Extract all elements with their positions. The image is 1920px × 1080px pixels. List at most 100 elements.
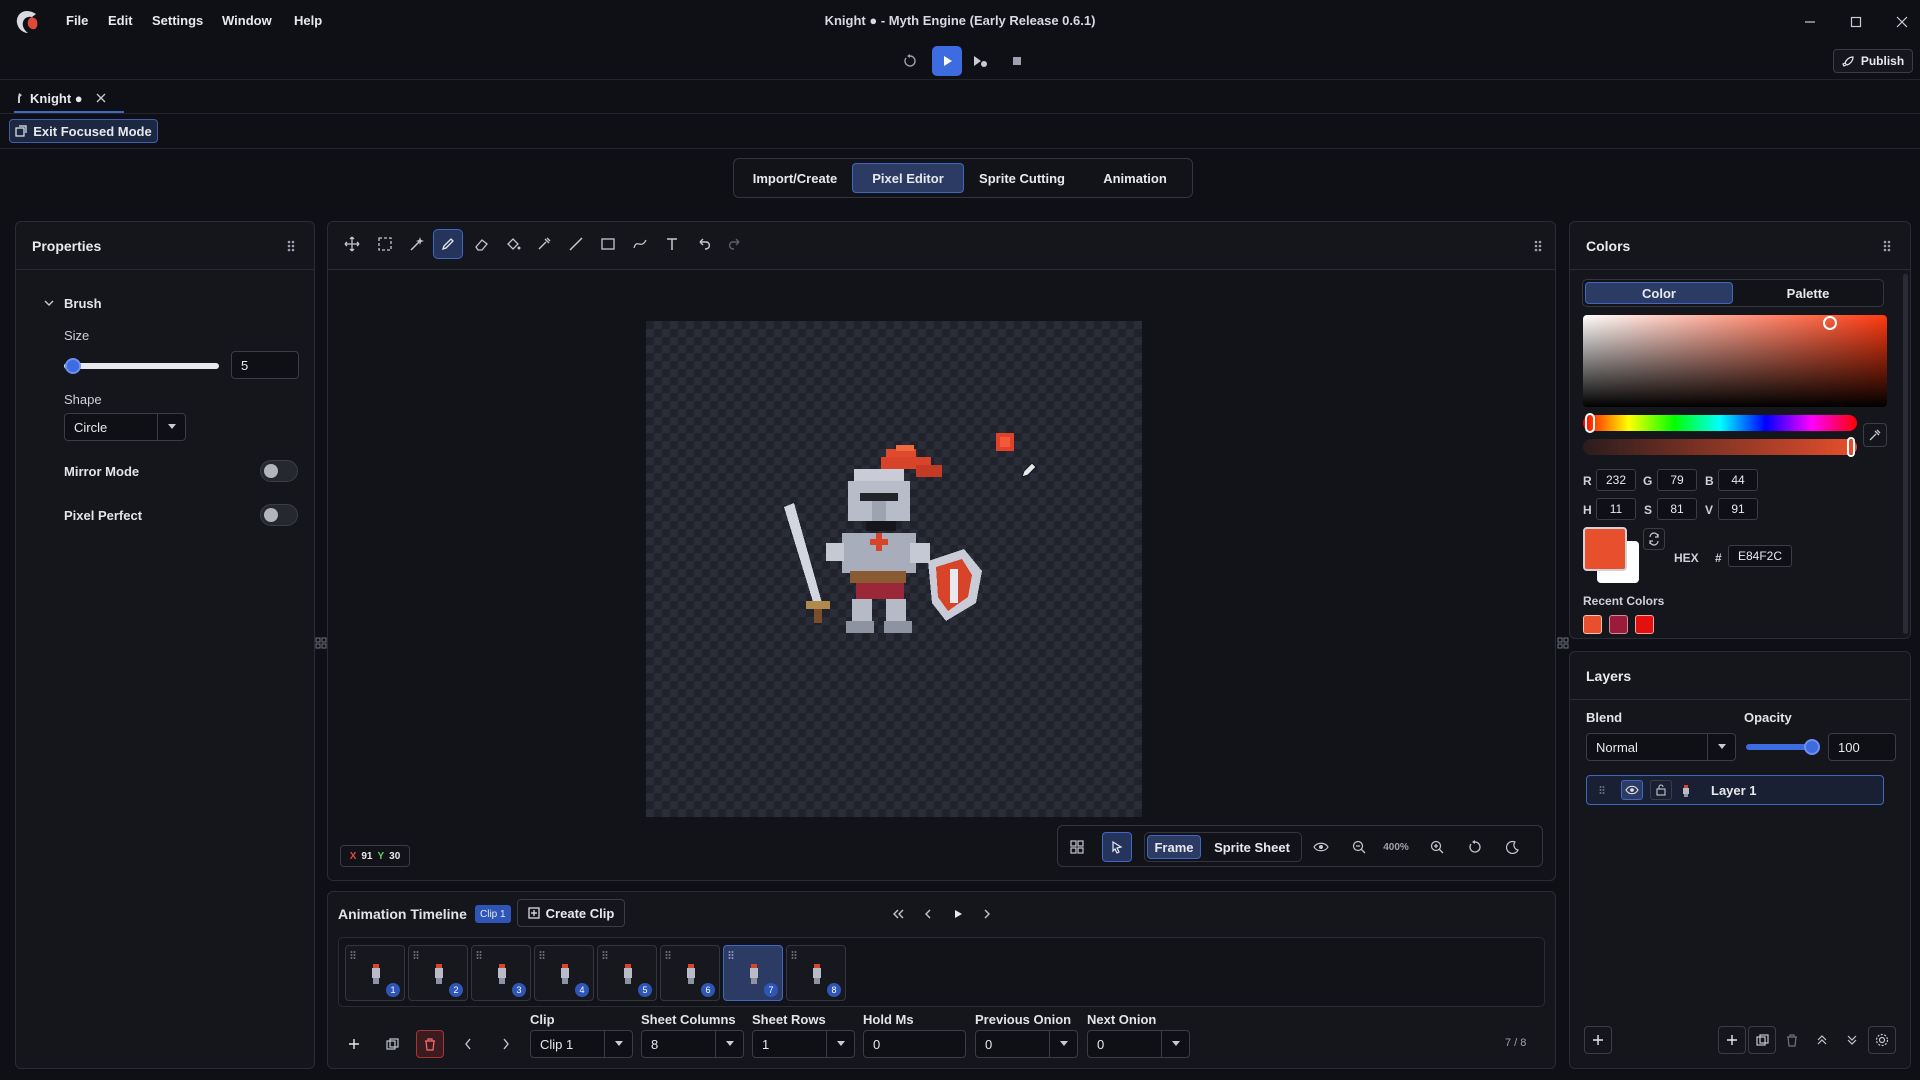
layer-settings-icon[interactable]	[1868, 1026, 1896, 1054]
tab-import-create[interactable]: Import/Create	[738, 163, 852, 193]
select-pointer-icon[interactable]	[1102, 832, 1132, 862]
move-layer-down-icon[interactable]	[1838, 1026, 1866, 1054]
duplicate-layer-icon[interactable]	[1748, 1026, 1776, 1054]
size-slider-thumb[interactable]	[65, 358, 81, 374]
primary-color-swatch[interactable]	[1583, 527, 1627, 571]
timeline-frame[interactable]: 2	[408, 945, 468, 1001]
lock-icon[interactable]	[1650, 780, 1672, 800]
file-tab-knight[interactable]: Knight ●	[14, 86, 107, 110]
alpha-slider-thumb[interactable]	[1847, 437, 1855, 457]
timeline-frame[interactable]: 5	[597, 945, 657, 1001]
play-animation-icon[interactable]	[945, 901, 971, 927]
size-input[interactable]: 5	[231, 351, 299, 379]
tab-sprite-cutting[interactable]: Sprite Cutting	[966, 163, 1078, 193]
hue-slider-thumb[interactable]	[1585, 413, 1595, 433]
clip-select[interactable]: Clip 1	[530, 1030, 633, 1058]
s-input[interactable]: 81	[1657, 498, 1697, 520]
grid-icon[interactable]	[1064, 834, 1090, 860]
tab-palette[interactable]: Palette	[1735, 282, 1881, 304]
chevron-down-icon[interactable]	[1707, 734, 1735, 760]
redo-icon[interactable]	[720, 229, 750, 259]
chevron-down-icon[interactable]	[1161, 1031, 1189, 1057]
color-picker-handle[interactable]	[1823, 316, 1837, 330]
timeline-frame[interactable]: 6	[660, 945, 720, 1001]
eye-icon[interactable]	[1308, 834, 1334, 860]
chevron-down-icon[interactable]	[157, 414, 185, 440]
line-icon[interactable]	[561, 229, 591, 259]
restart-icon[interactable]	[895, 46, 925, 76]
play-step-icon[interactable]	[965, 46, 995, 76]
shape-select[interactable]: Circle	[64, 413, 186, 441]
create-clip-button[interactable]: Create Clip	[517, 899, 625, 927]
g-input[interactable]: 79	[1657, 469, 1697, 491]
first-frame-icon[interactable]	[885, 901, 911, 927]
recent-color-swatch[interactable]	[1583, 615, 1602, 634]
dark-mode-icon[interactable]	[1500, 834, 1526, 860]
eyedropper-icon[interactable]	[1863, 423, 1887, 447]
hex-input[interactable]: E84F2C	[1728, 545, 1792, 567]
move-icon[interactable]	[337, 229, 367, 259]
add-layer-button[interactable]	[1584, 1026, 1612, 1054]
sheet-columns-select[interactable]: 8	[641, 1030, 744, 1058]
panel-resize-handle[interactable]	[315, 637, 327, 649]
recent-color-swatch[interactable]	[1635, 615, 1654, 634]
fill-bucket-icon[interactable]	[498, 229, 528, 259]
pencil-icon[interactable]	[433, 229, 463, 259]
eyedropper-icon[interactable]	[529, 229, 559, 259]
drag-handle-icon[interactable]	[1599, 785, 1605, 795]
zoom-in-icon[interactable]	[1424, 834, 1450, 860]
tab-animation[interactable]: Animation	[1080, 163, 1190, 193]
chevron-down-icon[interactable]	[44, 298, 54, 308]
h-input[interactable]: 11	[1596, 498, 1636, 520]
sheet-rows-select[interactable]: 1	[752, 1030, 855, 1058]
close-window-icon[interactable]	[1890, 10, 1914, 34]
opacity-slider-thumb[interactable]	[1804, 739, 1820, 755]
saturation-value-picker[interactable]	[1583, 315, 1887, 407]
play-button[interactable]	[932, 46, 962, 76]
exit-focused-mode-button[interactable]: Exit Focused Mode	[9, 119, 158, 143]
drag-handle-icon[interactable]	[1882, 239, 1892, 253]
brush-section-title[interactable]: Brush	[64, 296, 102, 311]
minimize-icon[interactable]	[1798, 10, 1822, 34]
timeline-frame[interactable]: 4	[534, 945, 594, 1001]
timeline-frame-selected[interactable]: 7	[723, 945, 783, 1001]
magic-wand-icon[interactable]	[402, 229, 432, 259]
chevron-down-icon[interactable]	[604, 1031, 632, 1057]
hold-ms-input[interactable]: 0	[863, 1030, 966, 1058]
pixel-perfect-toggle[interactable]	[260, 504, 298, 526]
curve-icon[interactable]	[625, 229, 655, 259]
drag-handle-icon[interactable]	[1533, 239, 1543, 253]
size-slider-track[interactable]	[64, 363, 219, 369]
zoom-out-icon[interactable]	[1346, 834, 1372, 860]
chevron-down-icon[interactable]	[715, 1031, 743, 1057]
move-layer-up-icon[interactable]	[1808, 1026, 1836, 1054]
stop-icon[interactable]	[1002, 46, 1032, 76]
add-frame-icon[interactable]	[340, 1030, 368, 1058]
sprite-sheet-view-button[interactable]: Sprite Sheet	[1205, 835, 1299, 859]
duplicate-frame-icon[interactable]	[378, 1030, 406, 1058]
next-onion-select[interactable]: 0	[1087, 1030, 1190, 1058]
mirror-mode-toggle[interactable]	[260, 460, 298, 482]
close-tab-icon[interactable]	[95, 92, 107, 104]
undo-icon[interactable]	[689, 229, 719, 259]
rectangle-icon[interactable]	[593, 229, 623, 259]
chevron-down-icon[interactable]	[1049, 1031, 1077, 1057]
eraser-icon[interactable]	[466, 229, 496, 259]
opacity-input[interactable]: 100	[1828, 733, 1896, 761]
recent-color-swatch[interactable]	[1609, 615, 1628, 634]
prev-frame-icon[interactable]	[915, 901, 941, 927]
chevron-down-icon[interactable]	[826, 1031, 854, 1057]
publish-button[interactable]: Publish	[1833, 49, 1913, 73]
drag-handle-icon[interactable]	[286, 239, 296, 253]
maximize-icon[interactable]	[1844, 10, 1868, 34]
r-input[interactable]: 232	[1596, 469, 1636, 491]
text-icon[interactable]	[657, 229, 687, 259]
marquee-select-icon[interactable]	[370, 229, 400, 259]
timeline-frame[interactable]: 3	[471, 945, 531, 1001]
v-input[interactable]: 91	[1718, 498, 1758, 520]
new-layer-icon[interactable]	[1718, 1026, 1746, 1054]
move-frame-left-icon[interactable]	[454, 1030, 482, 1058]
tab-color[interactable]: Color	[1585, 282, 1733, 304]
blend-select[interactable]: Normal	[1586, 733, 1736, 761]
eye-icon[interactable]	[1621, 780, 1643, 800]
